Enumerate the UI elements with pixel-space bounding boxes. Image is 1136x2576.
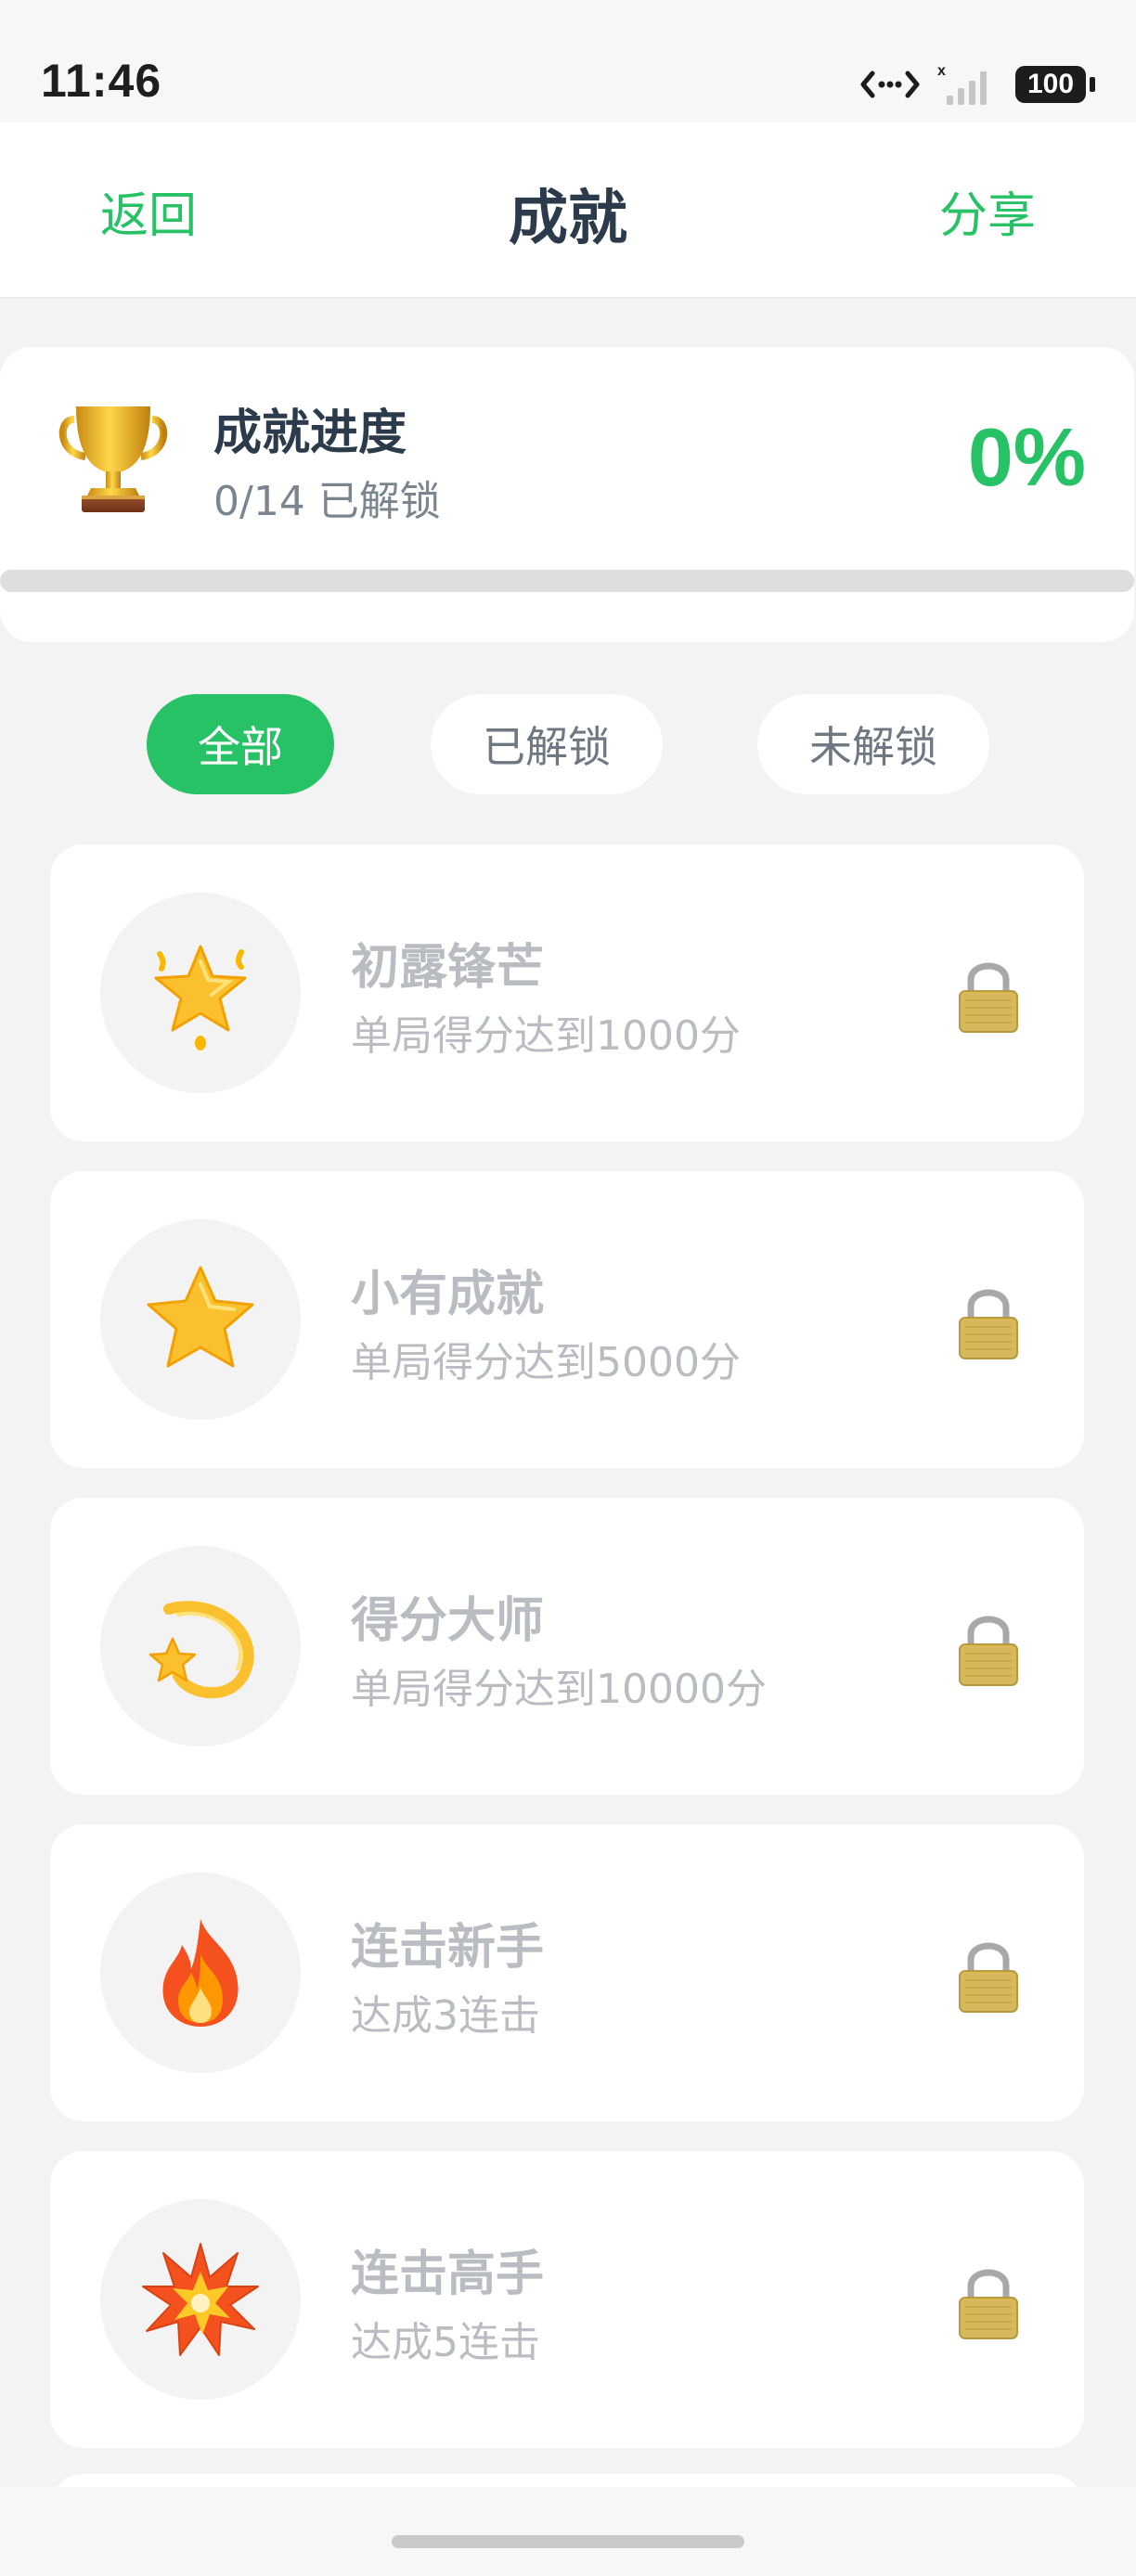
achievement-card[interactable]: 连击新手 达成3连击 bbox=[50, 1824, 1084, 2121]
achievement-title: 得分大师 bbox=[351, 1593, 545, 1649]
lock-icon bbox=[959, 1289, 1018, 1359]
tab-locked[interactable]: 未解锁 bbox=[757, 694, 989, 794]
achievement-title: 初露锋芒 bbox=[351, 940, 545, 996]
home-indicator[interactable] bbox=[392, 2535, 744, 2548]
achievement-badge bbox=[100, 2199, 301, 2400]
share-button[interactable]: 分享 bbox=[939, 176, 1036, 246]
shooting-star-icon bbox=[148, 1601, 254, 1699]
trophy-icon bbox=[58, 406, 168, 512]
achievement-desc: 单局得分达到10000分 bbox=[351, 1666, 767, 1713]
achievement-badge bbox=[100, 1873, 301, 2073]
tab-all[interactable]: 全部 bbox=[147, 694, 334, 794]
achievement-title: 小有成就 bbox=[351, 1267, 545, 1322]
status-bar: 11:46 x 100 bbox=[0, 0, 1136, 122]
achievement-card[interactable]: 得分大师 单局得分达到10000分 bbox=[50, 1498, 1084, 1795]
star-icon bbox=[147, 1266, 254, 1368]
lock-icon bbox=[959, 1616, 1018, 1686]
lock-icon bbox=[959, 1942, 1018, 2013]
fire-icon bbox=[162, 1919, 239, 2027]
achievement-title: 连击高手 bbox=[351, 2247, 545, 2302]
lock-icon bbox=[959, 962, 1018, 1033]
gesture-bar-area bbox=[0, 2487, 1136, 2576]
achievement-badge bbox=[100, 893, 301, 1093]
progress-card: 成就进度 0/14 已解锁 0% bbox=[0, 347, 1134, 642]
status-icons: x 100 bbox=[859, 59, 1095, 109]
status-time: 11:46 bbox=[41, 55, 162, 107]
svg-text:x: x bbox=[937, 63, 946, 79]
progress-bar bbox=[0, 570, 1134, 592]
achievement-card[interactable]: 连击高手 达成5连击 bbox=[50, 2151, 1084, 2448]
achievement-badge bbox=[100, 1219, 301, 1420]
explosion-icon bbox=[142, 2243, 259, 2356]
signal-icon: x bbox=[937, 63, 987, 105]
tab-unlocked[interactable]: 已解锁 bbox=[431, 694, 663, 794]
achievement-card[interactable]: 小有成就 单局得分达到5000分 bbox=[50, 1171, 1084, 1468]
achievement-card[interactable]: 初露锋芒 单局得分达到1000分 bbox=[50, 844, 1084, 1141]
data-transfer-icon bbox=[860, 71, 920, 98]
achievement-badge bbox=[100, 1546, 301, 1746]
progress-title: 成就进度 bbox=[213, 406, 407, 461]
achievement-desc: 单局得分达到5000分 bbox=[351, 1339, 741, 1386]
sparkle-star-icon bbox=[154, 945, 247, 1050]
battery-icon: 100 bbox=[1015, 66, 1095, 103]
lock-icon bbox=[959, 2269, 1018, 2339]
battery-level: 100 bbox=[1015, 66, 1086, 103]
nav-bar: 返回 成就 分享 bbox=[0, 122, 1136, 299]
achievement-desc: 达成5连击 bbox=[351, 2319, 540, 2366]
achievement-title: 连击新手 bbox=[351, 1920, 545, 1976]
unlocked-count: 0/14 已解锁 bbox=[213, 478, 441, 525]
achievement-desc: 单局得分达到1000分 bbox=[351, 1012, 741, 1060]
progress-percent: 0% bbox=[967, 411, 1086, 503]
achievement-desc: 达成3连击 bbox=[351, 1992, 540, 2040]
